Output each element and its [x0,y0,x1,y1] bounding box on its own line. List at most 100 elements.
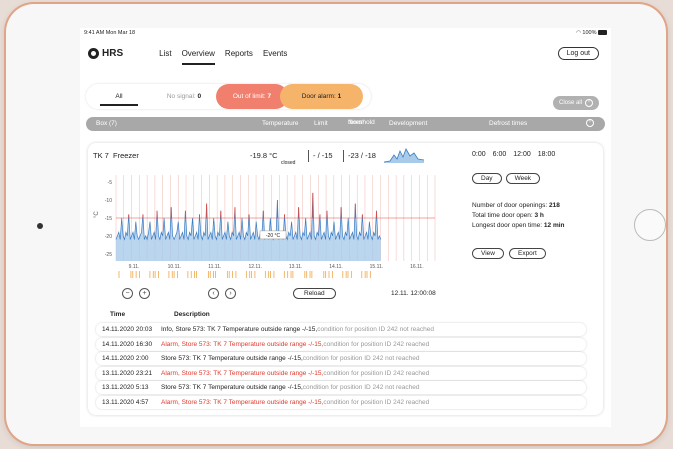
logo[interactable]: HRS [88,47,124,59]
log-row[interactable]: 14.11.2020 2:00 Store 573: TK 7 Temperatu… [96,352,586,365]
chart-timestamp: 12.11. 12:00:08 [391,290,436,297]
chevron-right-icon[interactable]: › [225,288,236,299]
log-description: Alarm, Store 573: TK 7 Temperature outsi… [161,369,324,377]
log-row[interactable]: 13.11.2020 5:13 Store 573: TK 7 Temperatu… [96,381,586,394]
filter-out-of-limit[interactable]: Out of limit: 7 [216,84,288,109]
logout-button[interactable]: Log out [557,47,599,60]
log-description: Store 573: TK 7 Temperature outside rang… [161,384,303,391]
status-time: 9:41 AM Mon Mar 18 [84,30,136,36]
reload-button[interactable]: Reload [293,288,336,299]
logo-text: HRS [102,47,124,59]
log-description: Store 573: TK 7 Temperature outside rang… [161,355,303,362]
zoom-out-icon[interactable]: − [122,288,133,299]
y-tick-label: -20 [105,234,112,240]
nav-events[interactable]: Events [263,49,287,58]
filter-bar: All No signal: 0 Out of limit: 7 Door al… [86,84,371,109]
filter-all[interactable]: All [86,84,152,109]
stat-label: Longest door open time: [472,222,543,229]
header-box: Box (7) [96,120,117,127]
y-tick-label: -10 [105,198,112,204]
pan-controls: ‹ › [208,288,236,299]
defrost-time: 6:00 [492,151,507,158]
log-col-time: Time [110,311,126,318]
box-name: Freezer [113,151,139,160]
table-header: Box (7) Temperature Limit Norm threshold … [86,117,605,131]
log-time: 13.11.2020 23:21 [102,369,153,377]
log-row[interactable]: 13.11.2020 4:57 Alarm, Store 573: TK 7 Te… [96,395,586,409]
status-battery: ◠ 100% [576,30,607,36]
home-button[interactable] [634,209,666,241]
stat-label: Total time door open: [472,212,533,219]
defrost-time: 18:00 [537,151,556,158]
zoom-in-icon[interactable]: + [139,288,150,299]
close-all-button[interactable]: Close all ⌃ [552,96,599,110]
log-description: Alarm, Store 573: TK 7 Temperature outsi… [161,340,324,348]
box-title[interactable]: TK 7 Freezer [93,151,139,160]
nav-list[interactable]: List [159,49,171,58]
defrost-time: 0:00 [472,151,486,158]
x-tick-label: 9.11. [129,264,140,270]
chevron-left-icon[interactable]: ‹ [208,288,219,299]
range-buttons: Day Week [472,173,541,184]
x-tick-label: 16.11. [410,264,424,270]
box-limit: - / -15 [313,151,333,160]
defrost-time: 12:00 [513,151,531,158]
y-tick-label: -5 [108,180,113,186]
battery-icon [598,30,607,36]
header-norm-2: threshold [348,119,375,126]
header-temperature: Temperature [262,120,299,127]
tooltip-text: -20 °C [266,233,281,239]
log-description: Alarm, Store 573: TK 7 Temperature outsi… [161,398,324,406]
no-signal-count: 0 [197,93,202,100]
close-all-label: Close all [558,100,582,106]
logo-icon [88,47,99,59]
header-limit: Limit [314,120,328,127]
x-tick-label: 15.11. [370,264,384,270]
view-button[interactable]: View [472,248,504,259]
collapse-icon[interactable]: ⌃ [586,119,594,127]
export-button[interactable]: Export [508,248,546,259]
log-time: 14.11.2020 20:03 [102,326,153,333]
temperature-chart[interactable]: -5 -10 -15 -20 -25 °C -20 °C 9.11. 10.11. 11.11. 1… [90,171,440,284]
door-alarm-count: 1 [337,93,342,100]
nav-reports[interactable]: Reports [225,49,253,58]
x-tick-label: 11.11. [208,264,221,270]
y-tick-label: -15 [105,216,112,222]
week-button[interactable]: Week [505,173,541,184]
log-condition: condition for position ID 242 reached [323,369,430,377]
action-buttons: View Export [472,248,546,259]
defrost-times: 0:00 6:00 12:00 18:00 [472,151,555,158]
filter-no-signal[interactable]: No signal: 0 [152,84,216,109]
y-tick-label: -25 [105,252,112,258]
screen: 9:41 AM Mon Mar 18 ◠ 100% HRS List Overv… [80,28,611,427]
log-row[interactable]: 13.11.2020 23:21 Alarm, Store 573: TK 7 T… [96,366,586,380]
log-time: 14.11.2020 16:30 [102,340,153,348]
box-temperature: -19.8 °C [250,151,278,160]
header-development: Development [389,120,428,127]
chevron-up-icon: ⌃ [585,99,593,107]
nav-overview[interactable]: Overview [181,49,215,65]
zoom-controls: − + [122,288,150,299]
battery-text: 100% [582,30,597,36]
log-row[interactable]: 14.11.2020 20:03 Info, Store 573: TK 7 Te… [96,323,586,336]
x-tick-label: 12.11. [248,264,262,270]
divider [343,150,344,162]
y-axis-label: °C [94,211,100,218]
door-alarm-label: Door alarm: [301,93,336,100]
x-tick-label: 10.11. [168,264,182,270]
development-sparkline [384,148,424,163]
log-row[interactable]: 14.11.2020 16:30 Alarm, Store 573: TK 7 T… [96,337,586,351]
stat-value: 3 h [534,212,544,219]
box-card: TK 7 Freezer -19.8 °C closed - / -15 -23… [88,143,603,415]
filter-door-alarm[interactable]: Door alarm: 1 [280,84,363,109]
out-of-limit-count: 7 [267,93,272,100]
log-time: 13.11.2020 5:13 [102,384,149,391]
x-tick-label: 14.11. [329,264,343,270]
day-button[interactable]: Day [472,173,502,184]
box-id: TK 7 [93,151,109,160]
log-condition: condition for position ID 242 reached [323,340,430,348]
log-time: 13.11.2020 4:57 [102,398,149,406]
log-condition: condition for position ID 242 reached [323,398,430,406]
filter-all-label: All [115,93,123,100]
log-col-description: Description [174,311,210,318]
